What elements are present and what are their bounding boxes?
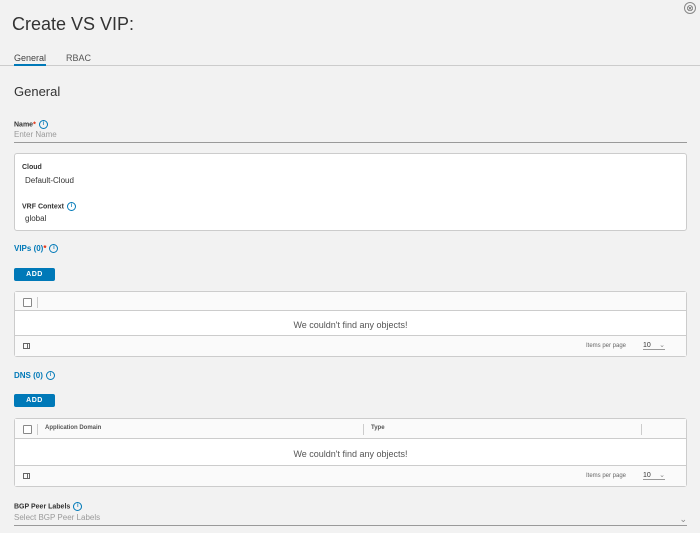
page-size-value: 10: [643, 472, 651, 479]
info-icon[interactable]: i: [38, 120, 48, 129]
dns-add-button[interactable]: ADD: [14, 394, 55, 407]
name-label-text: Name: [14, 121, 34, 129]
column-divider: [37, 424, 38, 435]
cloud-vrf-panel: Cloud Default-Cloud VRF Context i global: [14, 153, 687, 231]
vips-add-button[interactable]: ADD: [14, 268, 55, 281]
vips-label: VIPs (0)* i: [14, 244, 59, 254]
close-icon[interactable]: ⊗: [684, 2, 696, 14]
info-icon[interactable]: i: [45, 371, 55, 381]
dns-label-text: DNS (0): [14, 371, 43, 380]
column-divider: [363, 424, 364, 435]
tab-bar: General RBAC: [0, 50, 700, 66]
items-per-page-label: Items per page: [586, 473, 627, 479]
chevron-down-icon: ⌄: [659, 472, 665, 479]
dns-grid-header: Application Domain Type: [15, 419, 686, 439]
vips-grid-header: [15, 292, 686, 311]
cloud-value: Default-Cloud: [25, 176, 74, 185]
column-header-type[interactable]: Type: [371, 425, 385, 431]
page-size-select[interactable]: 10 ⌄: [643, 342, 665, 350]
items-per-page-label: Items per page: [586, 343, 627, 349]
vrf-context-label-text: VRF Context: [22, 203, 64, 211]
column-header-application-domain[interactable]: Application Domain: [45, 425, 101, 431]
vrf-context-value: global: [25, 214, 47, 223]
chevron-down-icon: ⌄: [659, 342, 665, 349]
select-all-checkbox[interactable]: [23, 298, 32, 307]
column-toggle-icon[interactable]: [23, 473, 30, 479]
cloud-label: Cloud: [22, 164, 42, 171]
page-size-value: 10: [643, 342, 651, 349]
bgp-peer-labels-placeholder: Select BGP Peer Labels: [14, 513, 101, 522]
section-title-general: General: [14, 84, 61, 99]
page-size-select[interactable]: 10 ⌄: [643, 472, 665, 480]
info-icon[interactable]: i: [67, 202, 76, 211]
dialog-title: Create VS VIP:: [12, 14, 135, 34]
info-icon[interactable]: i: [73, 502, 83, 511]
vips-grid-footer: Items per page 10 ⌄: [15, 335, 686, 356]
select-all-checkbox[interactable]: [23, 425, 32, 434]
vips-label-text: VIPs (0): [14, 244, 44, 253]
column-divider: [37, 297, 38, 308]
name-label: Name* i: [14, 120, 48, 129]
column-divider: [641, 424, 642, 435]
dns-empty-message: We couldn't find any objects!: [293, 449, 408, 459]
tab-rbac[interactable]: RBAC: [66, 53, 91, 63]
vips-empty-message: We couldn't find any objects!: [293, 320, 408, 330]
dns-grid-footer: Items per page 10 ⌄: [15, 465, 686, 486]
required-marker: *: [43, 244, 47, 253]
bgp-peer-labels-select[interactable]: Select BGP Peer Labels ⌄: [14, 513, 687, 526]
column-toggle-icon[interactable]: [23, 343, 30, 349]
vips-grid: We couldn't find any objects! Items per …: [14, 291, 687, 357]
bgp-peer-labels-label: BGP Peer Labels i: [14, 502, 83, 511]
info-icon[interactable]: i: [49, 244, 59, 254]
dns-grid: Application Domain Type We couldn't find…: [14, 418, 687, 487]
bgp-peer-labels-label-text: BGP Peer Labels: [14, 503, 71, 511]
required-marker: *: [33, 121, 36, 129]
chevron-down-icon: ⌄: [679, 514, 687, 524]
vrf-context-label: VRF Context i: [22, 202, 76, 211]
dns-label: DNS (0) i: [14, 371, 55, 381]
tab-general[interactable]: General: [14, 53, 47, 66]
name-input[interactable]: Enter Name: [14, 130, 687, 143]
